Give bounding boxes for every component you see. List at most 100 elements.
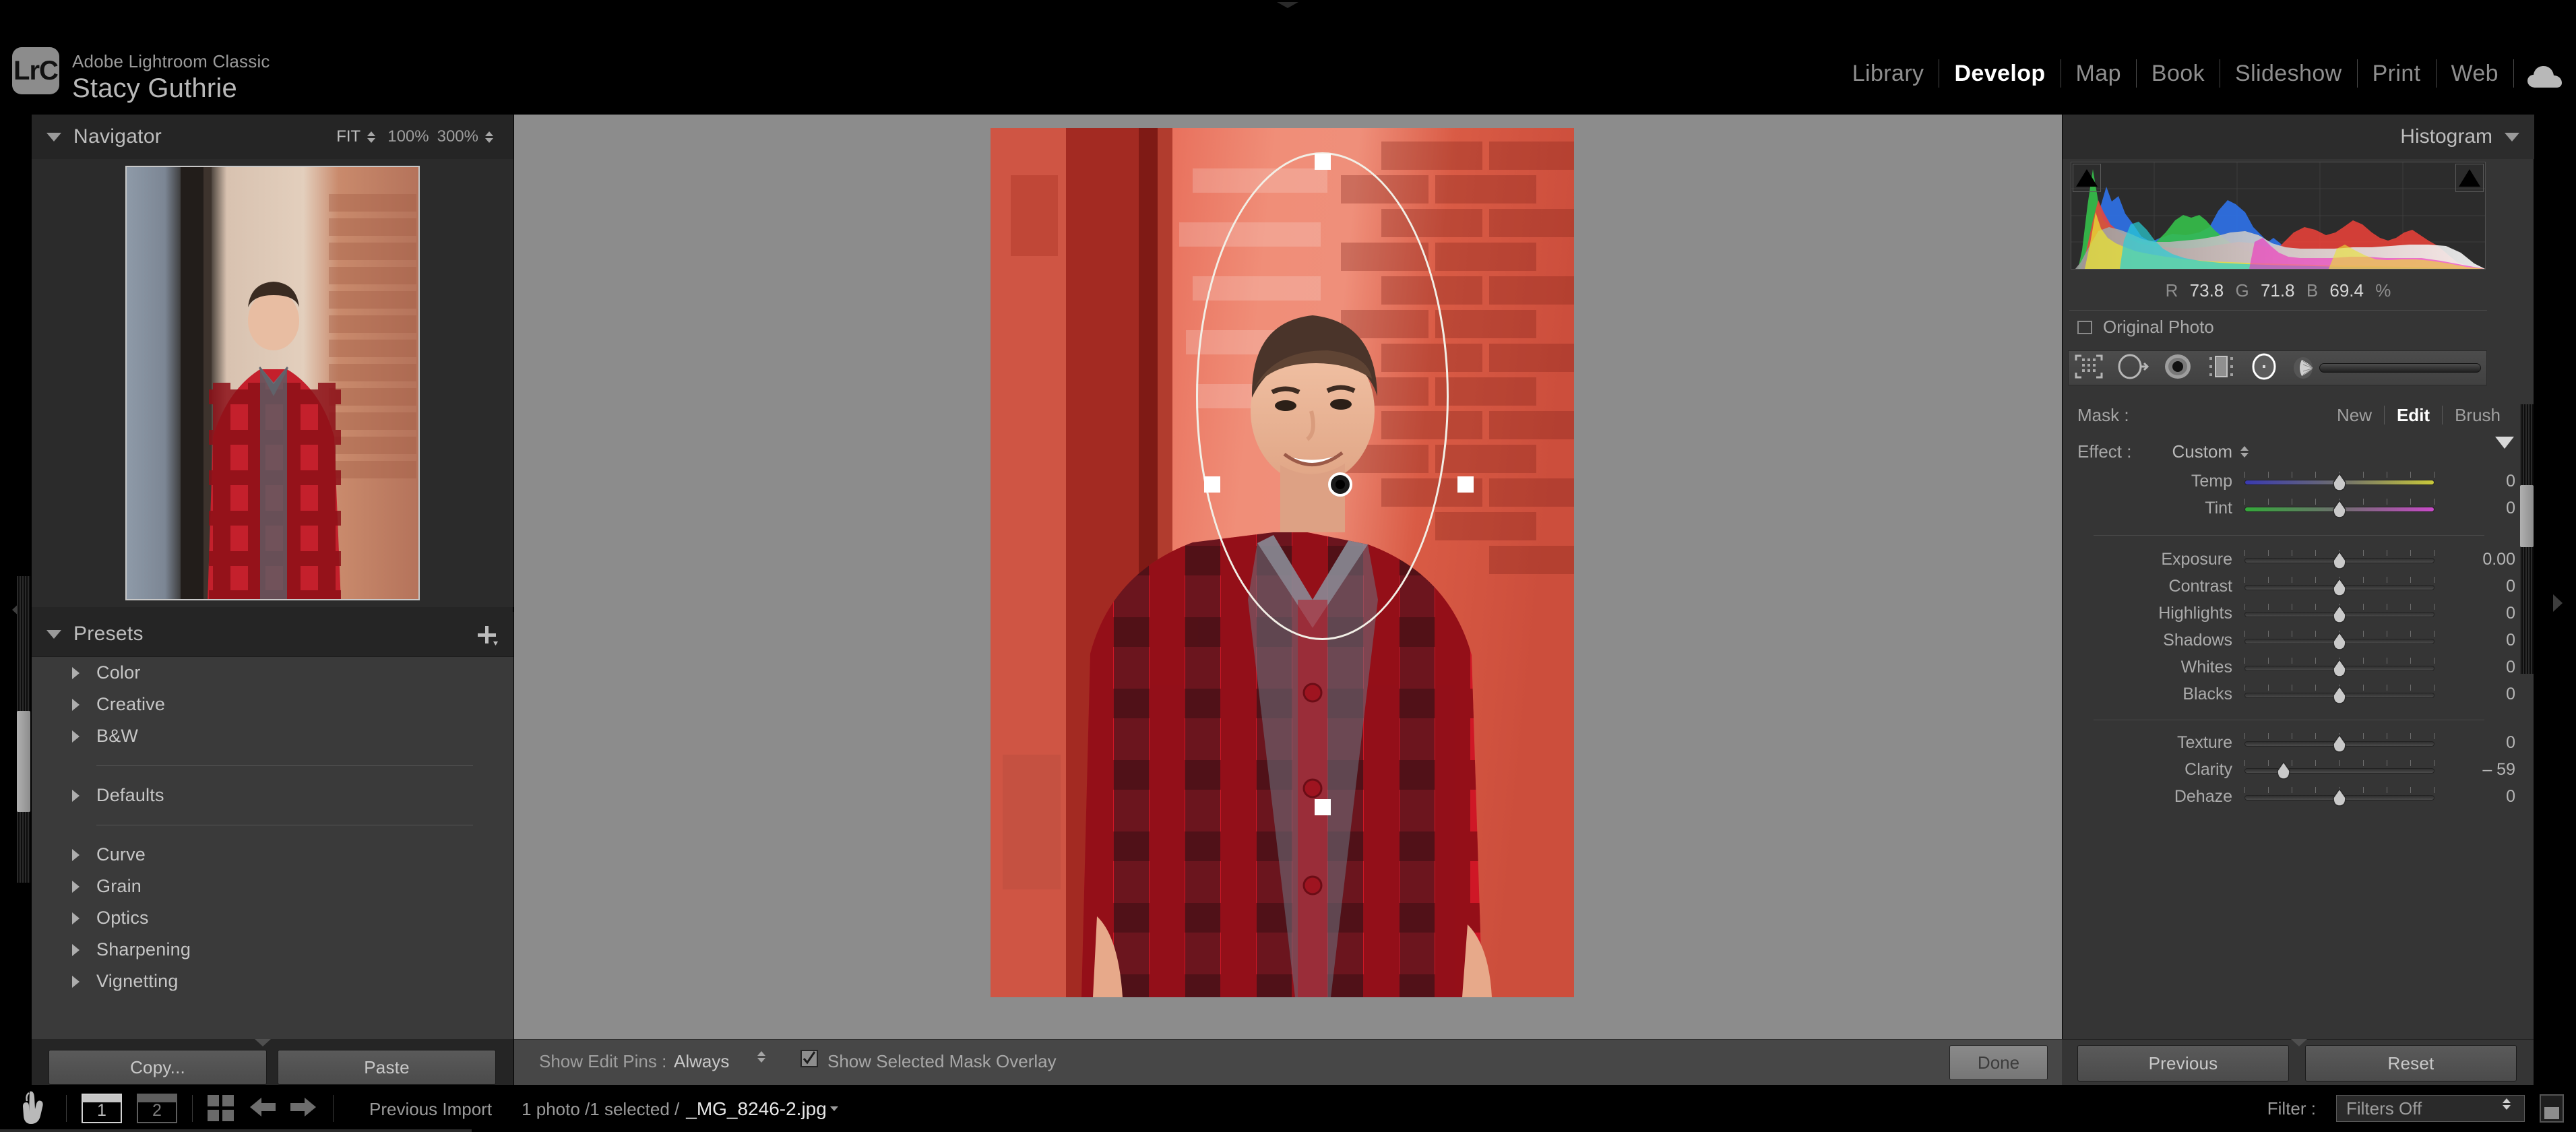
chevron-right-icon[interactable] xyxy=(72,975,80,988)
arrow-left-icon[interactable] xyxy=(248,1094,278,1123)
slider-row-temp[interactable]: Temp 0 xyxy=(2063,468,2534,495)
module-book[interactable]: Book xyxy=(2137,59,2220,88)
effect-dropdown[interactable]: Custom xyxy=(2172,441,2232,462)
module-web[interactable]: Web xyxy=(2437,59,2514,88)
slider-thumb-shadows[interactable] xyxy=(2332,631,2347,651)
zoom-300-stepper-icon[interactable] xyxy=(485,131,493,143)
zoom-100-button[interactable]: 100% xyxy=(383,127,433,146)
arrow-right-icon[interactable] xyxy=(288,1094,318,1123)
chevron-right-icon[interactable] xyxy=(72,666,80,679)
grid-icon[interactable] xyxy=(208,1095,234,1122)
mask-brush-button[interactable]: Brush xyxy=(2443,405,2513,426)
preset-group-curve[interactable]: Curve xyxy=(32,839,513,871)
effect-stepper-icon[interactable] xyxy=(2240,445,2249,458)
left-panel-scrollbar[interactable] xyxy=(17,576,30,883)
slider-thumb-tint[interactable] xyxy=(2332,499,2347,519)
chevron-down-icon[interactable] xyxy=(46,132,61,142)
right-panel-resize-handle[interactable] xyxy=(2291,1039,2307,1046)
slider-row-whites[interactable]: Whites 0 xyxy=(2063,654,2534,681)
slider-row-dehaze[interactable]: Dehaze 0 xyxy=(2063,783,2534,810)
slider-thumb-temp[interactable] xyxy=(2332,472,2347,492)
done-button[interactable]: Done xyxy=(1949,1045,2048,1080)
top-panel-toggle[interactable] xyxy=(1277,0,1298,8)
module-print[interactable]: Print xyxy=(2358,59,2436,88)
mask-handle-bottom[interactable] xyxy=(1315,799,1331,815)
slider-row-contrast[interactable]: Contrast 0 xyxy=(2063,573,2534,600)
show-selected-mask-overlay-checkbox[interactable] xyxy=(800,1050,818,1067)
slider-thumb-blacks[interactable] xyxy=(2332,685,2347,705)
slider-track-texture[interactable] xyxy=(2244,729,2434,756)
chevron-right-icon[interactable] xyxy=(72,730,80,743)
copy-button[interactable]: Copy... xyxy=(49,1050,267,1085)
slider-row-texture[interactable]: Texture 0 xyxy=(2063,729,2534,756)
previous-button[interactable]: Previous xyxy=(2077,1045,2289,1081)
brush-icon[interactable] xyxy=(2292,354,2481,381)
slider-row-tint[interactable]: Tint 0 xyxy=(2063,495,2534,522)
preset-group-color[interactable]: Color xyxy=(32,657,513,689)
slider-track-shadows[interactable] xyxy=(2244,627,2434,654)
source-label[interactable]: Previous Import xyxy=(369,1099,492,1120)
slider-track-tint[interactable] xyxy=(2244,495,2434,522)
slider-track-whites[interactable] xyxy=(2244,654,2434,681)
chevron-right-icon[interactable] xyxy=(72,698,80,711)
slider-thumb-whites[interactable] xyxy=(2332,658,2347,678)
filter-dropdown[interactable]: Filters Off xyxy=(2336,1095,2525,1122)
cloud-icon[interactable] xyxy=(2525,65,2564,92)
select-sky-icon[interactable] xyxy=(2163,353,2193,383)
left-panel-resize-handle[interactable] xyxy=(255,1039,271,1046)
slider-track-contrast[interactable] xyxy=(2244,573,2434,600)
slider-row-blacks[interactable]: Blacks 0 xyxy=(2063,681,2534,708)
screen-two-button[interactable]: 2 xyxy=(137,1094,177,1123)
right-panel-collapse-icon[interactable] xyxy=(2550,593,2565,613)
plus-icon[interactable] xyxy=(476,624,499,647)
screen-one-button[interactable]: 1 xyxy=(82,1094,122,1123)
reset-button[interactable]: Reset xyxy=(2305,1045,2517,1081)
slider-row-exposure[interactable]: Exposure 0.00 xyxy=(2063,546,2534,573)
histogram-graph[interactable] xyxy=(2071,162,2486,270)
slider-thumb-exposure[interactable] xyxy=(2332,551,2347,570)
module-library[interactable]: Library xyxy=(1837,59,1939,88)
select-objects-icon[interactable] xyxy=(2117,353,2149,383)
slider-thumb-dehaze[interactable] xyxy=(2332,788,2347,807)
slider-track-clarity[interactable] xyxy=(2244,756,2434,783)
radial-gradient-icon[interactable] xyxy=(2249,353,2279,383)
presets-list[interactable]: Color Creative B&W Defaults Curve Grain … xyxy=(32,656,513,1039)
preset-group-vignetting[interactable]: Vignetting xyxy=(32,966,513,997)
chevron-right-icon[interactable] xyxy=(72,789,80,802)
slider-track-blacks[interactable] xyxy=(2244,681,2434,708)
module-slideshow[interactable]: Slideshow xyxy=(2220,59,2357,88)
effect-disclosure-icon[interactable] xyxy=(2495,437,2514,449)
filter-swatch-button[interactable] xyxy=(2540,1094,2564,1123)
preset-group-sharpening[interactable]: Sharpening xyxy=(32,934,513,966)
slider-row-shadows[interactable]: Shadows 0 xyxy=(2063,627,2534,654)
chevron-down-icon[interactable] xyxy=(829,1106,838,1111)
right-panel-scrollbar[interactable] xyxy=(2520,404,2534,674)
chevron-down-icon[interactable] xyxy=(46,629,61,639)
slider-thumb-clarity[interactable] xyxy=(2276,761,2291,780)
preset-group-defaults[interactable]: Defaults xyxy=(32,780,513,811)
slider-row-clarity[interactable]: Clarity – 59 xyxy=(2063,756,2534,783)
chevron-down-icon[interactable] xyxy=(2505,132,2519,142)
presets-header[interactable]: Presets xyxy=(32,612,513,656)
mask-edit-button[interactable]: Edit xyxy=(2385,405,2442,426)
slider-track-exposure[interactable] xyxy=(2244,546,2434,573)
zoom-fit-stepper-icon[interactable] xyxy=(367,131,376,143)
slider-track-highlights[interactable] xyxy=(2244,600,2434,627)
preset-group-creative[interactable]: Creative xyxy=(32,689,513,720)
original-photo-toggle[interactable]: Original Photo xyxy=(2077,317,2214,338)
show-edit-pins-stepper-icon[interactable] xyxy=(757,1051,765,1063)
filter-stepper-icon[interactable] xyxy=(2503,1098,2511,1110)
photo-filename-label[interactable]: _MG_8246-2.jpg xyxy=(686,1098,827,1120)
preset-group-optics[interactable]: Optics xyxy=(32,902,513,934)
mask-edit-pin[interactable] xyxy=(1328,472,1352,497)
slider-thumb-contrast[interactable] xyxy=(2332,577,2347,597)
show-edit-pins-dropdown[interactable]: Always xyxy=(674,1051,729,1072)
navigator-header[interactable]: Navigator FIT 100% 300% xyxy=(32,115,513,159)
shadow-clipping-button[interactable] xyxy=(2073,164,2101,192)
chevron-right-icon[interactable] xyxy=(72,912,80,924)
slider-track-temp[interactable] xyxy=(2244,468,2434,495)
radial-mask-ellipse[interactable] xyxy=(1196,152,1449,640)
chevron-right-icon[interactable] xyxy=(72,880,80,893)
mask-handle-right[interactable] xyxy=(1457,476,1474,493)
paste-button[interactable]: Paste xyxy=(278,1050,496,1085)
